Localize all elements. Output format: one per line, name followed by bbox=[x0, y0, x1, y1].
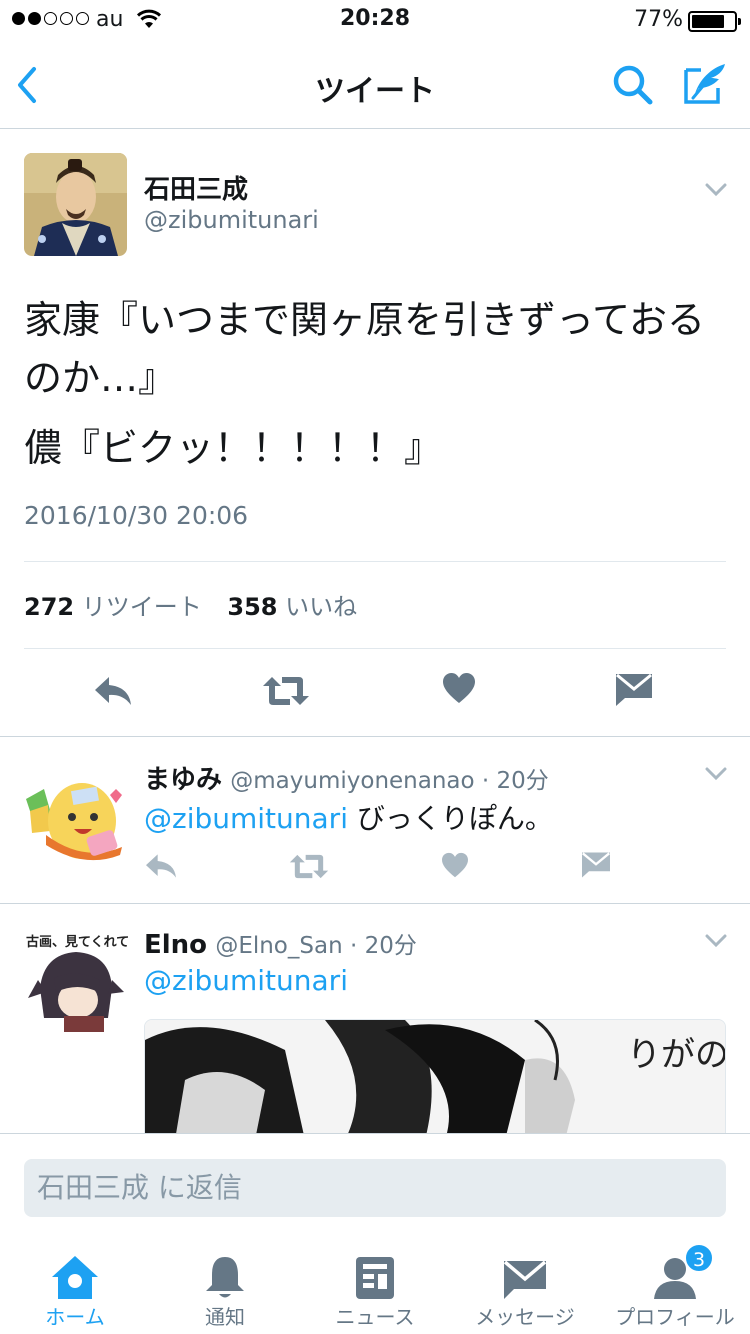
direct-message-icon[interactable] bbox=[581, 851, 611, 879]
divider bbox=[24, 648, 726, 649]
tweet-text: 家康『いつまで関ヶ原を引きずっておるのか…』 儂『ビクッ！！！！！』 bbox=[24, 291, 724, 489]
reply-avatar[interactable] bbox=[24, 759, 128, 863]
mention-link[interactable]: @zibumitunari bbox=[144, 964, 348, 997]
tab-bar: ホーム 通知 ニュース メッセージ 3 プロフィール bbox=[0, 1233, 750, 1334]
like-heart-icon[interactable] bbox=[441, 852, 469, 878]
chevron-down-icon[interactable] bbox=[705, 934, 727, 948]
nav-bar: ツイート bbox=[0, 40, 750, 129]
reply-icon[interactable] bbox=[93, 673, 133, 709]
mention-link[interactable]: @zibumitunari bbox=[144, 802, 348, 835]
search-icon[interactable] bbox=[610, 62, 656, 108]
tab-home[interactable]: ホーム bbox=[0, 1233, 150, 1334]
retweet-icon[interactable] bbox=[262, 675, 310, 707]
status-bar: au 20:28 77% bbox=[0, 0, 750, 40]
tab-news[interactable]: ニュース bbox=[300, 1233, 450, 1334]
author-handle[interactable]: @zibumitunari bbox=[144, 206, 319, 234]
reply-text: @zibumitunari びっくりぽん。 bbox=[144, 797, 553, 837]
tab-home-label: ホーム bbox=[45, 1305, 105, 1329]
bell-icon bbox=[206, 1257, 244, 1298]
reply-input[interactable]: 石田三成 に返信 bbox=[24, 1159, 726, 1217]
tweet-actions bbox=[0, 669, 750, 719]
divider bbox=[0, 736, 750, 737]
avatar-caption: 古画、見てくれてた?! bbox=[26, 934, 128, 950]
tab-news-label: ニュース bbox=[335, 1305, 415, 1329]
tweet-timestamp: 2016/10/30 20:06 bbox=[24, 501, 249, 530]
tab-profile-label: プロフィール bbox=[615, 1305, 735, 1329]
tweet-text-line: 家康『いつまで関ヶ原を引きずっておるのか…』 bbox=[24, 298, 705, 400]
reply-handle-time: @Elno_San · 20分 bbox=[215, 933, 417, 959]
reply-compose-bar: 石田三成 に返信 bbox=[0, 1133, 750, 1233]
author-name[interactable]: 石田三成 bbox=[144, 169, 248, 206]
retweet-count[interactable]: 272 bbox=[24, 593, 74, 621]
tab-messages[interactable]: メッセージ bbox=[450, 1233, 600, 1334]
tab-messages-label: メッセージ bbox=[475, 1305, 575, 1329]
media-image[interactable]: りがの bbox=[144, 1019, 726, 1139]
home-icon bbox=[52, 1256, 98, 1299]
reply-handle-time: @mayumiyonenanao · 20分 bbox=[230, 768, 549, 794]
media-caption: りがの bbox=[627, 1035, 726, 1075]
notification-badge: 3 bbox=[684, 1243, 714, 1273]
divider bbox=[24, 561, 726, 562]
reply-text-body: びっくりぽん。 bbox=[347, 802, 553, 835]
tab-profile[interactable]: 3 プロフィール bbox=[600, 1233, 750, 1334]
tweet-text-line: 儂『ビクッ！！！！！』 bbox=[24, 426, 443, 470]
retweet-label[interactable]: リツイート bbox=[82, 593, 202, 621]
reply-avatar[interactable]: 古画、見てくれてた?! bbox=[24, 928, 128, 1032]
news-icon bbox=[356, 1257, 394, 1299]
like-count[interactable]: 358 bbox=[227, 593, 277, 621]
reply-author[interactable]: まゆみ @mayumiyonenanao · 20分 bbox=[144, 759, 549, 796]
envelope-icon bbox=[503, 1260, 547, 1299]
reply-actions bbox=[144, 849, 624, 889]
battery-percent: 77% bbox=[634, 7, 683, 32]
like-label[interactable]: いいね bbox=[285, 593, 357, 621]
compose-tweet-icon[interactable] bbox=[683, 60, 729, 106]
like-heart-icon[interactable] bbox=[442, 672, 476, 704]
reply-icon[interactable] bbox=[144, 851, 178, 881]
reply-author-name[interactable]: Elno bbox=[144, 930, 207, 960]
battery-icon bbox=[688, 11, 741, 32]
reply-author[interactable]: Elno @Elno_San · 20分 bbox=[144, 926, 417, 960]
reply-text: @zibumitunari bbox=[144, 964, 348, 997]
chevron-down-icon[interactable] bbox=[705, 767, 727, 781]
author-avatar[interactable] bbox=[24, 153, 127, 256]
divider bbox=[0, 903, 750, 904]
direct-message-icon[interactable] bbox=[615, 672, 653, 708]
engagement-counts: 272 リツイート 358 いいね bbox=[24, 587, 375, 622]
tab-notifications-label: 通知 bbox=[205, 1305, 245, 1329]
chevron-down-icon[interactable] bbox=[705, 183, 727, 197]
retweet-icon[interactable] bbox=[289, 853, 329, 880]
reply-author-name[interactable]: まゆみ bbox=[144, 765, 222, 795]
tab-notifications[interactable]: 通知 bbox=[150, 1233, 300, 1334]
